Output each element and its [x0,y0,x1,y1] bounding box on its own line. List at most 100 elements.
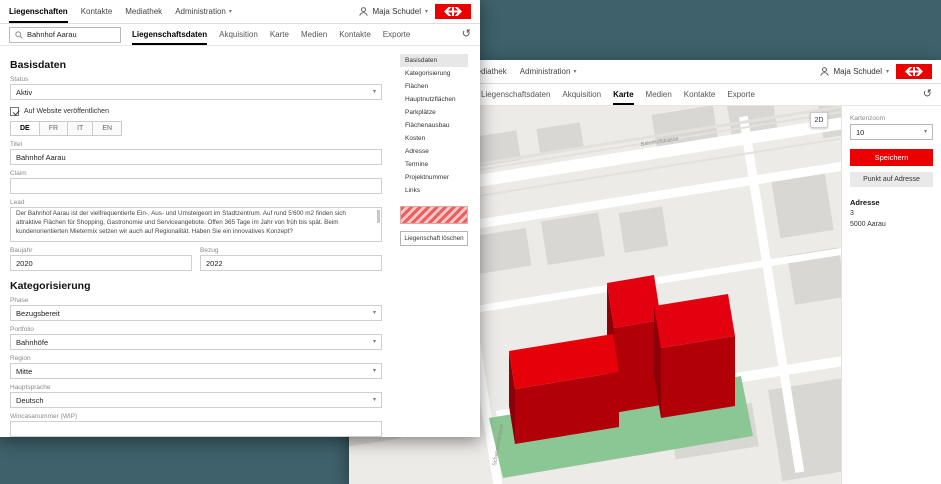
claim-label: Claim [10,170,382,177]
tab-exporte[interactable]: Exporte [727,84,755,105]
anchor-flaechenausbau[interactable]: Flächenausbau [400,119,468,132]
chevron-down-icon: ▾ [886,69,889,75]
speichern-button[interactable]: Speichern [850,149,933,166]
map-sidebar: Kartenzoom 10 ▾ Speichern Punkt auf Adre… [841,106,941,484]
publish-checkbox[interactable] [10,107,19,116]
anchor-basisdaten[interactable]: Basisdaten [400,54,468,67]
wincasa-label: Wincasanummer (WIP) [10,413,382,420]
user-name: Maja Schudel [373,7,421,16]
anchor-hauptnutzflaechen[interactable]: Hauptnutzflächen [400,93,468,106]
user-menu[interactable]: Maja Schudel ▾ [358,6,429,17]
lang-tab-de[interactable]: DE [11,122,40,135]
chevron-down-icon: ▾ [373,397,376,403]
titel-field[interactable]: Bahnhof Aarau [10,149,382,165]
search-icon [15,31,23,39]
bezug-label: Bezug [200,247,382,254]
chevron-down-icon: ▾ [373,368,376,374]
chevron-down-icon: ▾ [924,129,927,135]
tab-kontakte[interactable]: Kontakte [684,84,716,105]
user-menu[interactable]: Maja Schudel ▾ [819,66,890,77]
section-heading-kategorisierung: Kategorisierung [10,280,382,292]
history-icon[interactable]: ↺ [923,89,932,100]
color-swatch-hatched [400,206,468,224]
address-line-2: 5000 Aarau [850,220,933,231]
nav-item-kontakte[interactable]: Kontakte [81,0,113,23]
tab-liegenschaftsdaten[interactable]: Liegenschaftsdaten [481,84,550,105]
status-select[interactable]: Aktiv ▾ [10,84,382,100]
property-form-window: Liegenschaften Kontakte Mediathek Admini… [0,0,480,437]
main-nav: Liegenschaften Kontakte Mediathek Admini… [9,0,232,23]
punkt-auf-adresse-button[interactable]: Punkt auf Adresse [850,172,933,187]
chevron-down-icon: ▾ [425,9,428,15]
user-name: Maja Schudel [834,67,882,76]
history-icon[interactable]: ↺ [462,29,471,40]
bezug-field[interactable]: 2022 [200,255,382,271]
nav-item-liegenschaften[interactable]: Liegenschaften [9,0,68,23]
nav-item-administration[interactable]: Administration▾ [520,60,577,83]
tab-medien[interactable]: Medien [301,24,327,45]
nav-item-administration[interactable]: Administration▾ [175,0,232,23]
status-label: Status [10,76,382,83]
anchor-flaechen[interactable]: Flächen [400,80,468,93]
search-value: Bahnhof Aarau [27,30,77,39]
tab-kontakte[interactable]: Kontakte [339,24,371,45]
portfolio-select[interactable]: Bahnhöfe ▾ [10,334,382,350]
anchor-parkplaetze[interactable]: Parkplätze [400,106,468,119]
lang-tab-fr[interactable]: FR [40,122,68,135]
anchor-adresse[interactable]: Adresse [400,145,468,158]
desktop: Liegenschaften Kontakte Mediathek Admini… [0,0,941,484]
baujahr-label: Baujahr [10,247,192,254]
tab-akquisition[interactable]: Akquisition [562,84,601,105]
topbar-right: Maja Schudel ▾ [358,4,472,19]
map-2d-toggle-button[interactable]: 2D [810,112,828,128]
lang-tab-en[interactable]: EN [93,122,121,135]
lang-tab-it[interactable]: IT [68,122,93,135]
anchor-termine[interactable]: Termine [400,158,468,171]
anchor-kosten[interactable]: Kosten [400,132,468,145]
hauptsprache-select[interactable]: Deutsch ▾ [10,392,382,408]
sbb-logo[interactable] [896,64,932,79]
tab-medien[interactable]: Medien [646,84,672,105]
sbb-logo[interactable] [435,4,471,19]
phase-label: Phase [10,297,382,304]
chevron-down-icon: ▾ [373,89,376,95]
anchor-links[interactable]: Links [400,184,468,197]
anchor-kategorisierung[interactable]: Kategorisierung [400,67,468,80]
region-select[interactable]: Mitte ▾ [10,363,382,379]
chevron-down-icon: ▾ [229,9,232,15]
phase-select[interactable]: Bezugsbereit ▾ [10,305,382,321]
chevron-down-icon: ▾ [373,310,376,316]
language-tabs: DE FR IT EN [10,121,122,136]
top-nav-bar: Liegenschaften Kontakte Mediathek Admini… [0,0,480,24]
address-line-1: 3 [850,209,933,220]
tab-akquisition[interactable]: Akquisition [219,24,258,45]
form-content: Basisdaten Status Aktiv ▾ Auf Website ve… [0,46,480,437]
wincasa-field[interactable] [10,421,382,437]
nav-item-mediathek[interactable]: Mediathek [125,0,162,23]
sbb-arrow-icon [442,7,464,16]
portfolio-label: Portfolio [10,326,382,333]
search-input[interactable]: Bahnhof Aarau [9,27,121,43]
avatar-icon [819,66,830,77]
baujahr-field[interactable]: 2020 [10,255,192,271]
adresse-heading: Adresse [850,198,933,207]
tab-karte[interactable]: Karte [270,24,289,45]
section-heading-basisdaten: Basisdaten [10,59,382,71]
hauptsprache-label: Hauptsprache [10,384,382,391]
tab-liegenschaftsdaten[interactable]: Liegenschaftsdaten [132,24,207,45]
anchor-projektnummer[interactable]: Projektnummer [400,171,468,184]
lead-textarea[interactable]: Der Bahnhof Aarau ist der vielfrequentie… [10,207,382,242]
topbar-right: Maja Schudel ▾ [819,64,933,79]
tab-karte[interactable]: Karte [613,84,633,105]
publish-checkbox-row[interactable]: Auf Website veröffentlichen [10,107,382,116]
titel-label: Titel [10,141,382,148]
lead-label: Lead [10,199,382,206]
delete-property-button[interactable]: Liegenschaft löschen [400,231,468,246]
region-label: Region [10,355,382,362]
kartenzoom-select[interactable]: 10 ▾ [850,124,933,140]
sbb-arrow-icon [903,67,925,76]
claim-field[interactable] [10,178,382,194]
chevron-down-icon: ▾ [573,69,576,75]
tab-exporte[interactable]: Exporte [383,24,411,45]
tabs: Liegenschaftsdaten Akquisition Karte Med… [132,24,451,45]
